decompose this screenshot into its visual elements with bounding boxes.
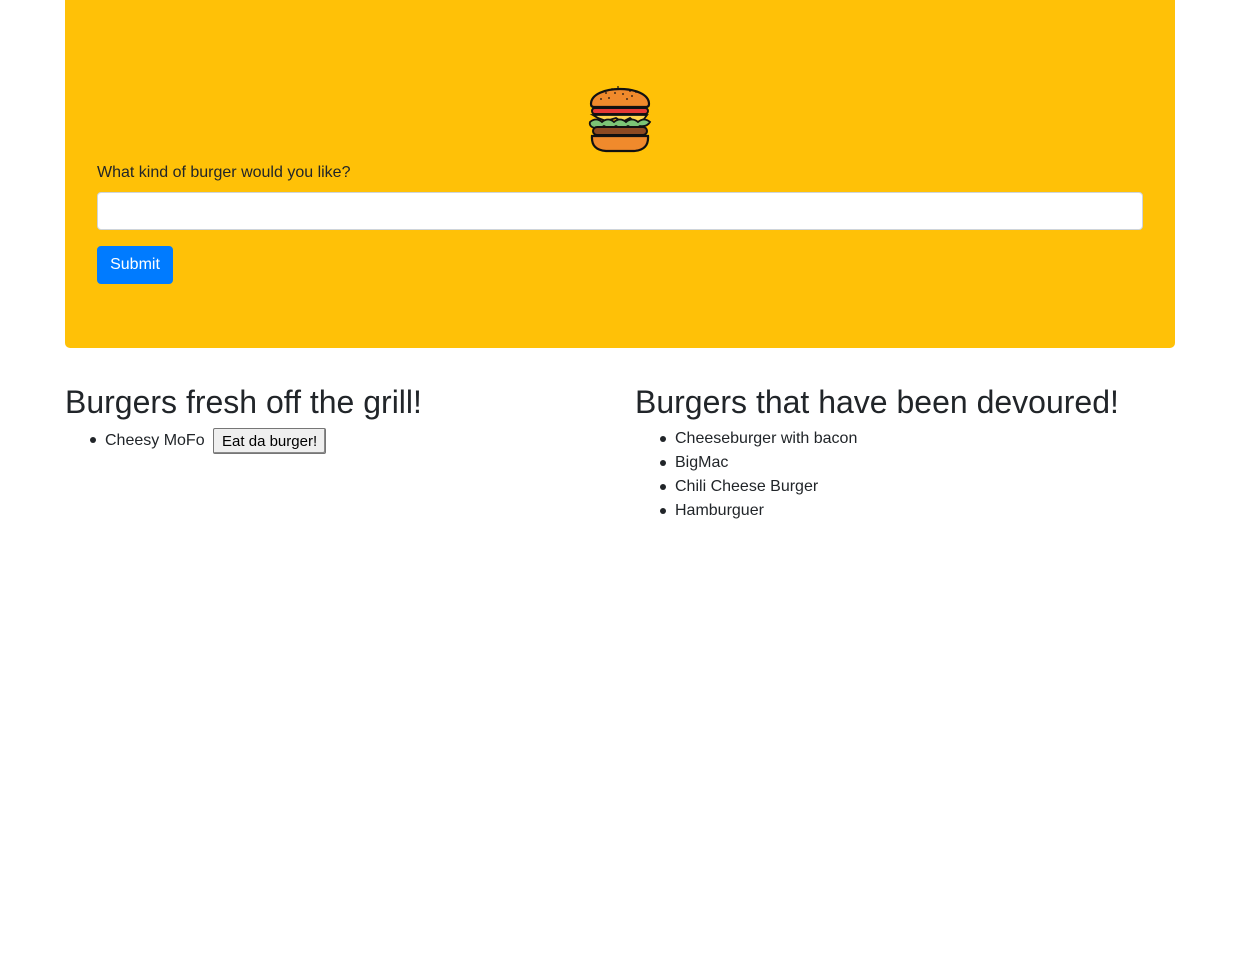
fresh-burgers-heading: Burgers fresh off the grill! <box>65 384 422 420</box>
bullet-icon <box>660 508 666 514</box>
list-item: Cheeseburger with bacon <box>660 427 1175 451</box>
list-item: BigMac <box>660 451 1175 475</box>
burger-name: BigMac <box>675 454 729 471</box>
bullet-icon <box>90 437 96 443</box>
devoured-burgers-heading: Burgers that have been devoured! <box>635 384 1119 420</box>
list-item: Hamburguer <box>660 499 1175 523</box>
burger-name-input[interactable] <box>97 192 1143 230</box>
list-item: Chili Cheese Burger <box>660 475 1175 499</box>
bullet-icon <box>660 484 666 490</box>
fresh-burgers-list: Cheesy MoFo Eat da burger! <box>65 428 605 454</box>
bullet-icon <box>660 460 666 466</box>
devoured-burgers-section: Burgers that have been devoured! Cheeseb… <box>635 380 1175 523</box>
burger-name: Chili Cheese Burger <box>675 478 819 495</box>
submit-button[interactable]: Submit <box>97 246 173 284</box>
hamburger-icon <box>588 86 652 153</box>
burger-form-label: What kind of burger would you like? <box>97 164 351 181</box>
header-jumbotron: What kind of burger would you like? Subm… <box>65 0 1175 348</box>
eat-burger-button[interactable]: Eat da burger! <box>213 428 327 454</box>
burger-name: Cheeseburger with bacon <box>675 430 858 447</box>
fresh-burgers-section: Burgers fresh off the grill! Cheesy MoFo… <box>65 380 605 454</box>
list-item: Cheesy MoFo Eat da burger! <box>90 428 605 454</box>
devoured-burgers-list: Cheeseburger with bacon BigMac Chili Che… <box>635 427 1175 523</box>
bullet-icon <box>660 436 666 442</box>
burger-name: Cheesy MoFo <box>105 432 205 450</box>
burger-name: Hamburguer <box>675 502 764 519</box>
